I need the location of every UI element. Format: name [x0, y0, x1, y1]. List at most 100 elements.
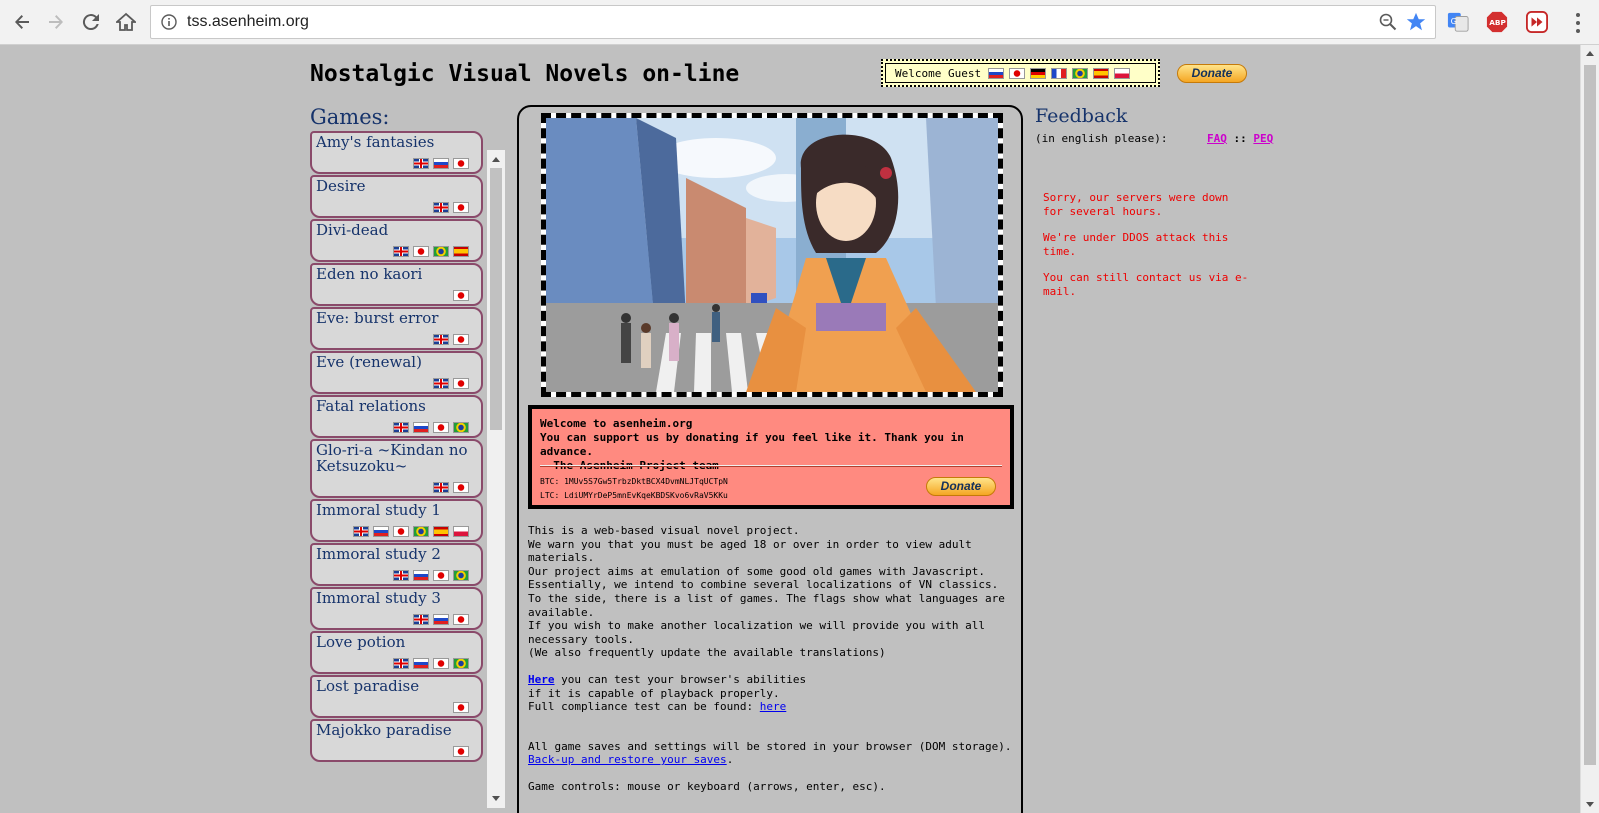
intro-paragraph: This is a web-based visual novel project…: [528, 524, 1018, 660]
compliance-test-link[interactable]: here: [760, 700, 787, 713]
notice-line: Sorry, our servers were down for several…: [1043, 191, 1229, 218]
flag-en-icon: [393, 246, 409, 257]
svg-text:G: G: [1451, 16, 1457, 26]
intro-line: We warn you that you must be aged 18 or …: [528, 537, 972, 551]
forward-icon[interactable]: [42, 8, 70, 36]
donation-divider: [540, 465, 1002, 467]
game-item[interactable]: Lost paradise: [310, 675, 483, 718]
flag-br-icon[interactable]: [1072, 67, 1089, 79]
adblock-plus-icon[interactable]: ABP: [1485, 10, 1509, 34]
game-name[interactable]: Love potion: [316, 634, 481, 650]
flag-br-icon: [453, 422, 469, 433]
info-icon[interactable]: [161, 14, 177, 30]
browser-test-link[interactable]: Here: [528, 673, 555, 686]
scroll-down-icon[interactable]: [492, 796, 500, 801]
compliance-line: Full compliance test can be found: here: [528, 700, 787, 714]
game-name[interactable]: Immoral study 2: [316, 546, 481, 562]
game-name[interactable]: Divi-dead: [316, 222, 481, 238]
flag-jp-icon: [453, 378, 469, 389]
game-item[interactable]: Eve: burst error: [310, 307, 483, 350]
flag-jp-icon[interactable]: [1009, 67, 1026, 79]
flag-ru-icon[interactable]: [988, 67, 1005, 79]
browser-menu-icon[interactable]: [1575, 12, 1581, 34]
reload-icon[interactable]: [77, 8, 105, 36]
zoom-icon[interactable]: [1379, 13, 1397, 31]
game-name[interactable]: Amy's fantasies: [316, 134, 481, 150]
game-item[interactable]: Majokko paradise: [310, 719, 483, 762]
game-item[interactable]: Immoral study 1: [310, 499, 483, 542]
donation-line-1: Welcome to asenheim.org: [540, 417, 693, 430]
donate-panel-button[interactable]: Donate: [926, 477, 996, 496]
game-name[interactable]: Majokko paradise: [316, 722, 481, 738]
bookmark-star-icon[interactable]: [1405, 11, 1427, 33]
intro-line: available.: [528, 605, 595, 619]
welcome-text: Welcome Guest: [895, 66, 982, 80]
scroll-up-icon[interactable]: [492, 157, 500, 162]
video-speed-extension-icon[interactable]: [1525, 10, 1549, 34]
flag-de-icon[interactable]: [1030, 67, 1047, 79]
game-name[interactable]: Immoral study 3: [316, 590, 481, 606]
btc-address: BTC: 1MUv5S7Gw5TrbzDktBCX4DvmNLJTqUCTpN: [540, 477, 728, 486]
games-list-scrollbar[interactable]: [487, 150, 505, 808]
game-name[interactable]: Immoral study 1: [316, 502, 481, 518]
donation-panel: Welcome to asenheim.org You can support …: [528, 405, 1014, 509]
game-item[interactable]: Amy's fantasies: [310, 131, 483, 174]
game-item[interactable]: Desire: [310, 175, 483, 218]
intro-line: To the side, there is a list of games. T…: [528, 591, 1005, 605]
intro-line: If you wish to make another localization…: [528, 619, 985, 633]
notice-line: You can still contact us via e-mail.: [1043, 271, 1249, 298]
page-scroll-thumb[interactable]: [1584, 65, 1596, 765]
flag-pl-icon: [453, 526, 469, 537]
back-icon[interactable]: [8, 8, 36, 36]
game-item[interactable]: Fatal relations: [310, 395, 483, 438]
game-name[interactable]: Eden no kaori: [316, 266, 481, 282]
flag-jp-icon: [393, 526, 409, 537]
flag-jp-icon: [453, 202, 469, 213]
flag-en-icon: [353, 526, 369, 537]
page-scroll-down-icon[interactable]: [1586, 802, 1594, 807]
game-item[interactable]: Immoral study 3: [310, 587, 483, 630]
translate-extension-icon[interactable]: G: [1446, 10, 1470, 34]
address-bar[interactable]: tss.asenheim.org: [150, 5, 1436, 39]
flag-en-icon: [393, 658, 409, 669]
page-scroll-up-icon[interactable]: [1586, 51, 1594, 56]
anime-banner-image: [541, 113, 1003, 397]
game-item[interactable]: Love potion: [310, 631, 483, 674]
games-heading: Games:: [310, 105, 390, 129]
peq-link[interactable]: PEQ: [1253, 132, 1273, 145]
intro-line: Our project aims at emulation of some go…: [528, 564, 985, 578]
saves-line: Back-up and restore your saves.: [528, 753, 734, 767]
game-name[interactable]: Desire: [316, 178, 481, 194]
game-name[interactable]: Eve: burst error: [316, 310, 481, 326]
flag-en-icon: [433, 482, 449, 493]
faq-link[interactable]: FAQ: [1207, 132, 1227, 145]
flag-br-icon: [453, 570, 469, 581]
flag-ru-icon: [413, 570, 429, 581]
flag-pl-icon[interactable]: [1114, 67, 1131, 79]
game-language-flags: [433, 378, 469, 389]
page-scrollbar[interactable]: [1580, 45, 1599, 813]
game-language-flags: [393, 570, 469, 581]
home-icon[interactable]: [112, 8, 140, 36]
flag-en-icon: [393, 422, 409, 433]
ltc-address: LTC: LdiUMYrDeP5mnEvKqeKBDSKvo6vRaV5KKu: [540, 491, 728, 500]
game-item[interactable]: Glo-ri-a ~Kindan no Ketsuzoku~: [310, 439, 483, 498]
flag-es-icon[interactable]: [1093, 67, 1110, 79]
flag-jp-icon: [453, 482, 469, 493]
game-name[interactable]: Fatal relations: [316, 398, 481, 414]
game-name[interactable]: Eve (renewal): [316, 354, 481, 370]
game-item[interactable]: Divi-dead: [310, 219, 483, 262]
flag-fr-icon[interactable]: [1051, 67, 1068, 79]
game-item[interactable]: Eve (renewal): [310, 351, 483, 394]
flag-br-icon: [413, 526, 429, 537]
donate-button[interactable]: Donate: [1177, 64, 1247, 83]
game-item[interactable]: Immoral study 2: [310, 543, 483, 586]
backup-saves-link[interactable]: Back-up and restore your saves: [528, 753, 727, 766]
feedback-subtitle: (in english please):: [1035, 132, 1168, 145]
game-item[interactable]: Eden no kaori: [310, 263, 483, 306]
url-text[interactable]: tss.asenheim.org: [187, 13, 309, 31]
game-name[interactable]: Lost paradise: [316, 678, 481, 694]
game-name[interactable]: Glo-ri-a ~Kindan no Ketsuzoku~: [316, 442, 481, 474]
scroll-thumb[interactable]: [490, 168, 502, 430]
flag-ru-icon: [413, 422, 429, 433]
